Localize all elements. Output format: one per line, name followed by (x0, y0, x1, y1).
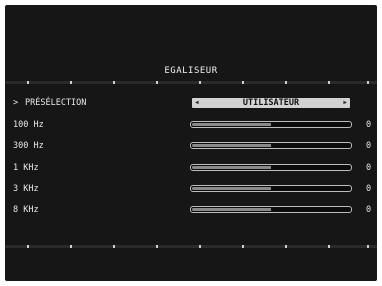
band-label: 3 KHz (13, 184, 39, 194)
band-value: 0 (366, 184, 372, 194)
divider-tick (156, 81, 158, 84)
band-label: 1 KHz (13, 163, 39, 173)
divider-tick (156, 245, 158, 248)
band-value: 0 (366, 163, 372, 173)
divider-tick (328, 81, 330, 84)
band-label: 8 KHz (13, 205, 39, 215)
screen: EGALISEUR > PRÉSÉLECTION ◀ UTILISATEUR ▶ … (0, 0, 382, 286)
osd-menu-panel: EGALISEUR > PRÉSÉLECTION ◀ UTILISATEUR ▶ … (5, 5, 377, 281)
slider-fill (192, 144, 271, 147)
divider-tick (113, 245, 115, 248)
band-value: 0 (366, 141, 372, 151)
divider-tick (367, 81, 369, 84)
band-value: 0 (366, 205, 372, 215)
band-slider[interactable] (190, 164, 352, 171)
band-slider[interactable] (190, 142, 352, 149)
band-label: 100 Hz (13, 120, 44, 130)
band-slider[interactable] (190, 185, 352, 192)
divider-tick (285, 81, 287, 84)
band-row[interactable]: 300 Hz 0 (5, 140, 377, 152)
divider-tick (199, 81, 201, 84)
preset-label: > PRÉSÉLECTION (13, 97, 86, 109)
preset-value: UTILISATEUR (242, 98, 300, 108)
top-divider (5, 81, 377, 84)
band-row[interactable]: 1 KHz 0 (5, 162, 377, 174)
preset-selector[interactable]: ◀ UTILISATEUR ▶ (192, 98, 350, 108)
divider-tick (27, 81, 29, 84)
divider-tick (367, 245, 369, 248)
band-slider[interactable] (190, 206, 352, 213)
divider-tick (285, 245, 287, 248)
divider-tick (328, 245, 330, 248)
divider-tick (70, 245, 72, 248)
slider-fill (192, 166, 271, 169)
preset-row[interactable]: > PRÉSÉLECTION ◀ UTILISATEUR ▶ (5, 97, 377, 109)
band-value: 0 (366, 120, 372, 130)
band-slider[interactable] (190, 121, 352, 128)
band-row[interactable]: 100 Hz 0 (5, 119, 377, 131)
divider-tick (199, 245, 201, 248)
band-label: 300 Hz (13, 141, 44, 151)
selection-cursor-icon: > (13, 98, 19, 108)
slider-fill (192, 187, 271, 190)
bottom-divider (5, 245, 377, 248)
menu-title: EGALISEUR (164, 66, 218, 76)
preset-label-text: PRÉSÉLECTION (25, 98, 87, 108)
triangle-right-icon[interactable]: ▶ (343, 98, 347, 108)
band-row[interactable]: 3 KHz 0 (5, 183, 377, 195)
divider-tick (242, 245, 244, 248)
band-row[interactable]: 8 KHz 0 (5, 204, 377, 216)
divider-tick (242, 81, 244, 84)
slider-fill (192, 208, 271, 211)
slider-fill (192, 123, 271, 126)
divider-tick (70, 81, 72, 84)
divider-tick (27, 245, 29, 248)
divider-tick (113, 81, 115, 84)
